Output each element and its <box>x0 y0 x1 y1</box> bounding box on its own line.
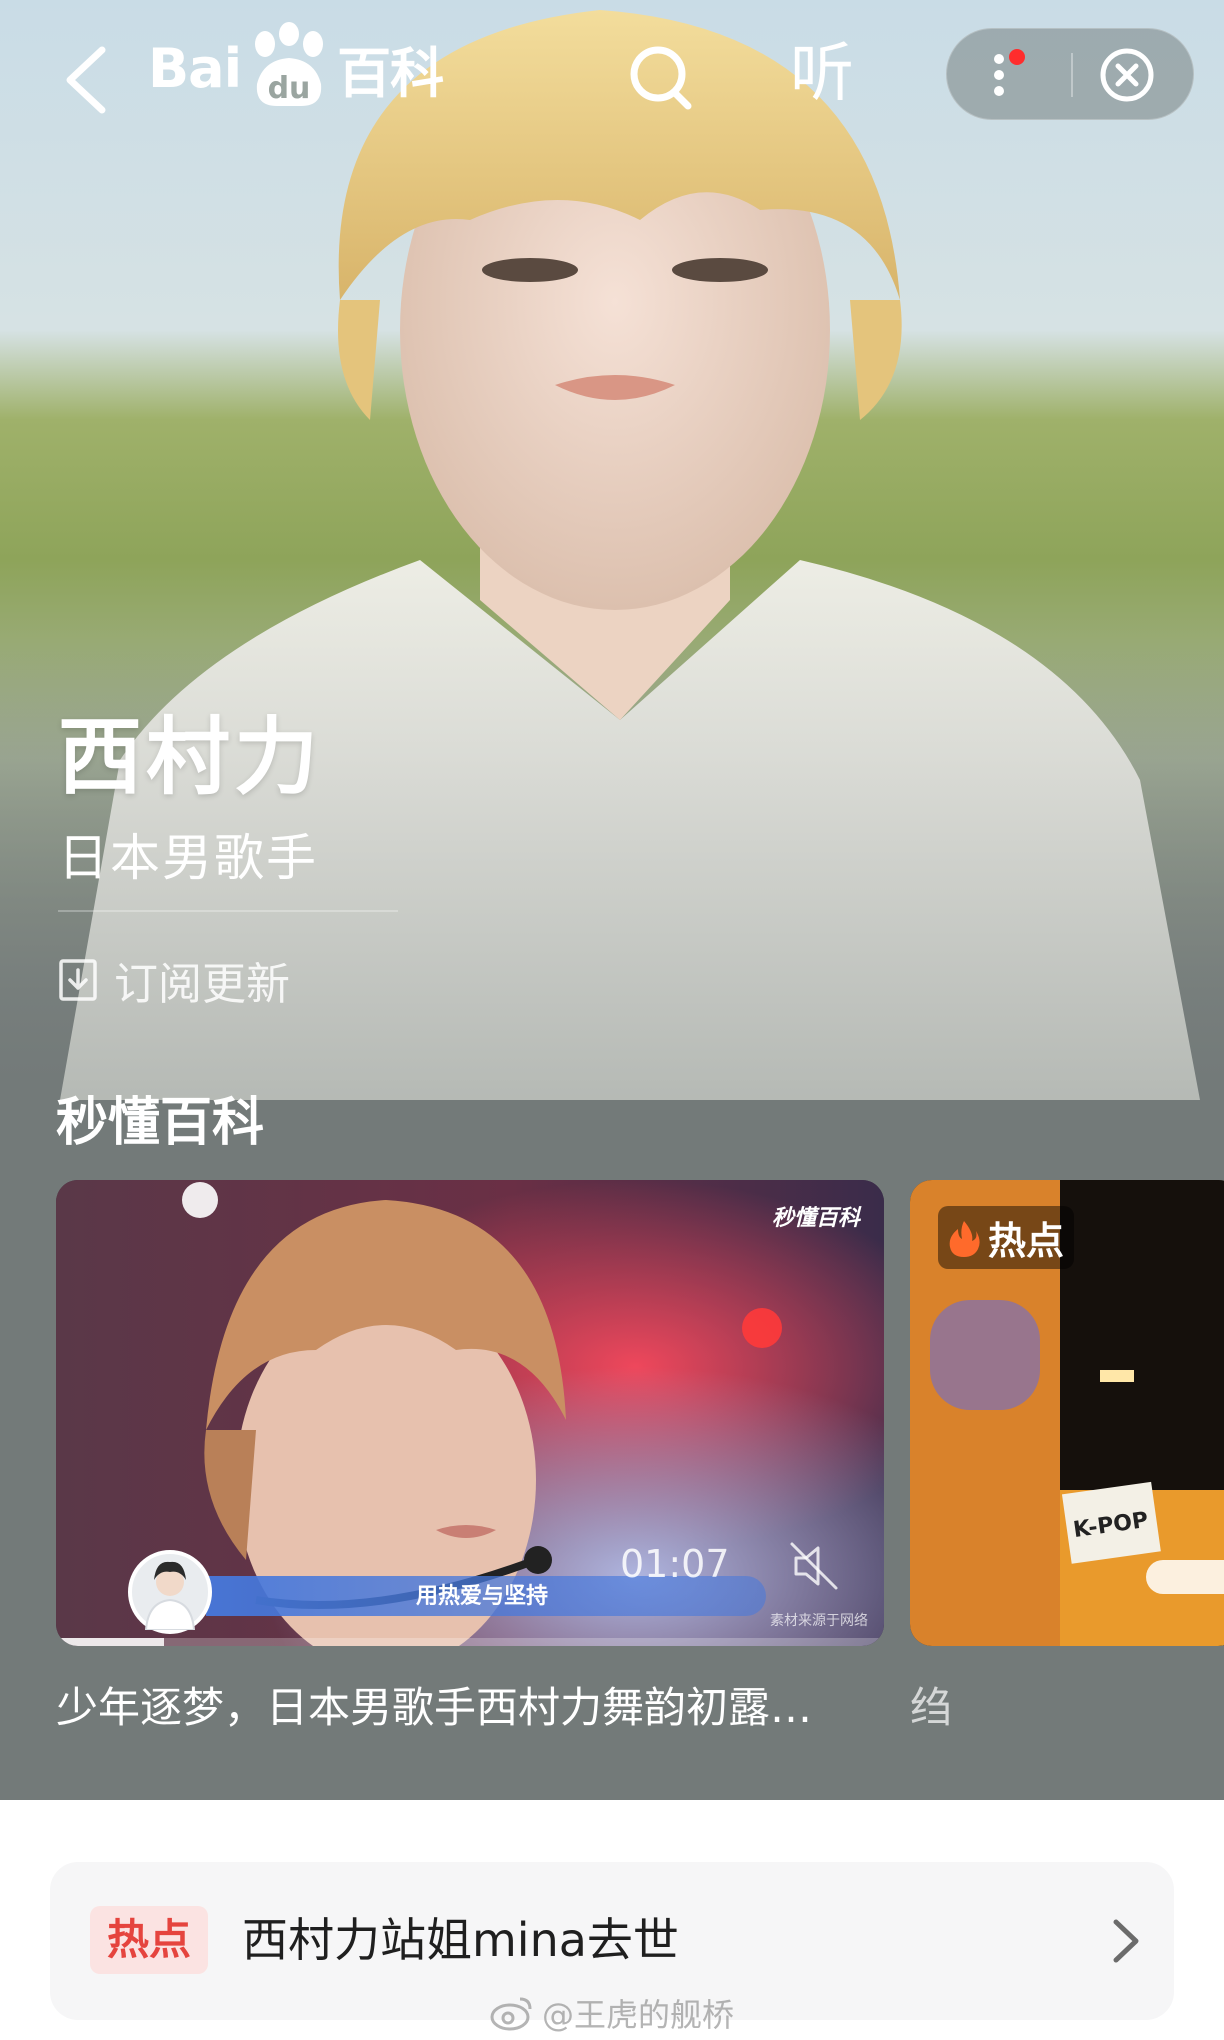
subscribe-button[interactable]: 订阅更新 <box>58 950 290 1010</box>
avatar <box>128 1550 212 1634</box>
back-icon[interactable] <box>58 40 114 120</box>
chevron-right-icon <box>1113 1919 1139 1963</box>
top-nav: Bai du 百科 听 <box>0 0 1224 160</box>
baidu-baike-logo[interactable]: Bai du 百科 <box>148 18 444 118</box>
hot-news-text: 西村力站姐mina去世 <box>242 1913 679 1967</box>
entry-title: 西村力 <box>58 708 323 806</box>
logo-paw-text: du <box>268 71 311 106</box>
video-title[interactable]: 少年逐梦，日本男歌手西村力舞韵初露… <box>56 1674 886 1735</box>
listen-button[interactable]: 听 <box>790 34 854 114</box>
hero-divider <box>58 910 398 912</box>
subscribe-label: 订阅更新 <box>114 959 290 1010</box>
flame-icon <box>949 1220 980 1257</box>
search-icon[interactable] <box>628 44 694 114</box>
section-title: 秒懂百科 <box>56 1093 265 1153</box>
mini-program-capsule <box>946 28 1194 120</box>
avatar-figure-icon <box>144 1561 196 1631</box>
video-card[interactable]: K-POP 热点 <box>910 1180 1224 1646</box>
hot-tag-label: 热点 <box>988 1219 1065 1263</box>
hot-tag: 热点 <box>938 1206 1075 1269</box>
weibo-icon <box>490 1997 532 2031</box>
logo-text-baike: 百科 <box>337 41 444 105</box>
hot-badge: 热点 <box>90 1906 208 1974</box>
video-brand-logo: 秒懂百科 <box>771 1206 860 1231</box>
video-card[interactable]: 秒懂百科 用热爱与坚持 01:07 素材来源于网络 <box>56 1180 884 1646</box>
video-progress-fill <box>56 1638 164 1646</box>
watermark: @王虎的舰桥 <box>490 1990 734 2036</box>
baidu-paw-icon: du <box>255 22 324 106</box>
video-progress-bar[interactable] <box>56 1638 884 1646</box>
more-icon[interactable] <box>987 47 1027 103</box>
close-icon[interactable] <box>1099 47 1155 103</box>
video-duration: 01:07 <box>620 1542 730 1586</box>
notification-dot <box>1009 49 1025 65</box>
logo-text-bai: Bai <box>148 36 242 100</box>
entry-subtitle: 日本男歌手 <box>58 829 318 887</box>
mute-icon[interactable] <box>784 1536 844 1596</box>
video-title[interactable]: 绉 <box>910 1674 952 1735</box>
subscribe-icon <box>59 959 97 1001</box>
video-source-note: 素材来源于网络 <box>770 1613 868 1629</box>
capsule-divider <box>1071 53 1073 97</box>
watermark-text: @王虎的舰桥 <box>542 1996 735 2034</box>
video-caption: 用热爱与坚持 <box>416 1584 549 1609</box>
hero-portrait-image <box>60 10 1200 1100</box>
